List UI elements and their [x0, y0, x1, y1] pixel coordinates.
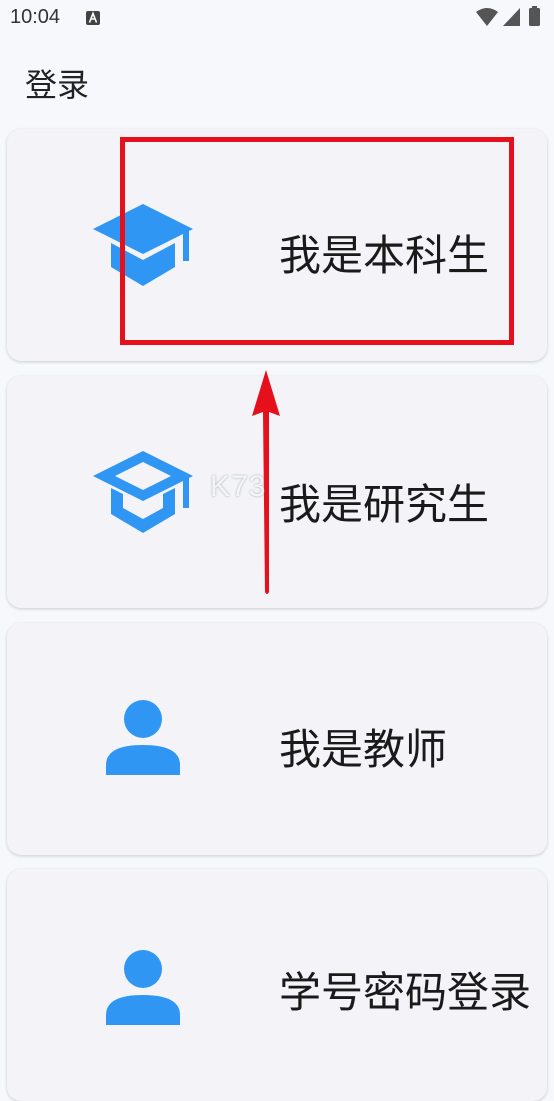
- role-card-undergraduate[interactable]: 我是本科生: [7, 129, 547, 361]
- graduation-cap-outline-icon: [93, 448, 193, 538]
- person-icon: [93, 947, 193, 1037]
- wifi-icon: [476, 8, 498, 26]
- graduation-cap-icon: [93, 201, 193, 291]
- watermark: K73: [210, 470, 267, 503]
- status-bar: 10:04: [0, 0, 554, 38]
- page-title: 登录: [25, 66, 90, 104]
- role-card-teacher[interactable]: 我是教师: [7, 623, 547, 855]
- role-label: 我是教师: [279, 725, 448, 774]
- status-time: 10:04: [10, 6, 61, 28]
- role-card-student-id-login[interactable]: 学号密码登录: [7, 869, 547, 1101]
- person-icon: [93, 697, 193, 787]
- a-notification-icon: [86, 10, 100, 25]
- signal-icon: [503, 8, 520, 26]
- battery-icon: [529, 6, 540, 26]
- role-label: 我是本科生: [279, 231, 490, 280]
- role-label: 学号密码登录: [279, 968, 532, 1017]
